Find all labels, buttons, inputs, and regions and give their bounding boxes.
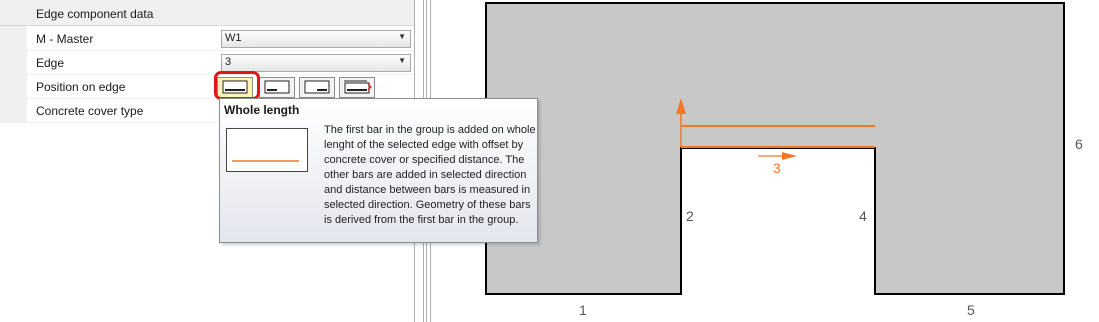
section-title: Edge component data	[36, 7, 154, 21]
chevron-down-icon: ▼	[398, 56, 406, 65]
arrowhead-icon	[782, 152, 797, 160]
position-option-4-button[interactable]	[339, 77, 375, 98]
edge-value: 3	[225, 56, 232, 68]
edge-label-3: 3	[773, 160, 781, 176]
whole-length-preview-icon	[226, 128, 308, 172]
edge-label-2: 2	[686, 208, 694, 224]
position-option-2-button[interactable]	[259, 77, 295, 98]
edge-label-4: 4	[859, 208, 867, 224]
section-header[interactable]: Edge component data	[0, 0, 414, 26]
edge-label: Edge	[36, 56, 65, 70]
cross-section-shape[interactable]	[485, 2, 1065, 295]
edge-select[interactable]: 3 ▼	[221, 54, 411, 72]
chevron-down-icon: ▼	[398, 32, 406, 41]
master-label: M - Master	[36, 32, 94, 46]
position-tooltip: Whole length The first bar in the group …	[219, 98, 538, 243]
tooltip-description: The first bar in the group is added on w…	[324, 124, 536, 226]
position-option-3-button[interactable]	[299, 77, 335, 98]
master-value: W1	[225, 32, 242, 44]
partial-end-icon	[304, 80, 330, 94]
tooltip-title: Whole length	[224, 103, 300, 117]
partial-start-icon	[264, 80, 290, 94]
edge-label-1: 1	[579, 302, 587, 318]
selection-highlight-ring	[214, 71, 260, 100]
cover-label: Concrete cover type	[36, 104, 144, 118]
edge-label-5: 5	[967, 302, 975, 318]
panel-gutter	[0, 26, 27, 123]
master-select[interactable]: W1 ▼	[221, 30, 411, 48]
edge-label-6: 6	[1075, 136, 1083, 152]
position-label: Position on edge	[36, 80, 126, 94]
custom-length-icon	[344, 80, 372, 94]
